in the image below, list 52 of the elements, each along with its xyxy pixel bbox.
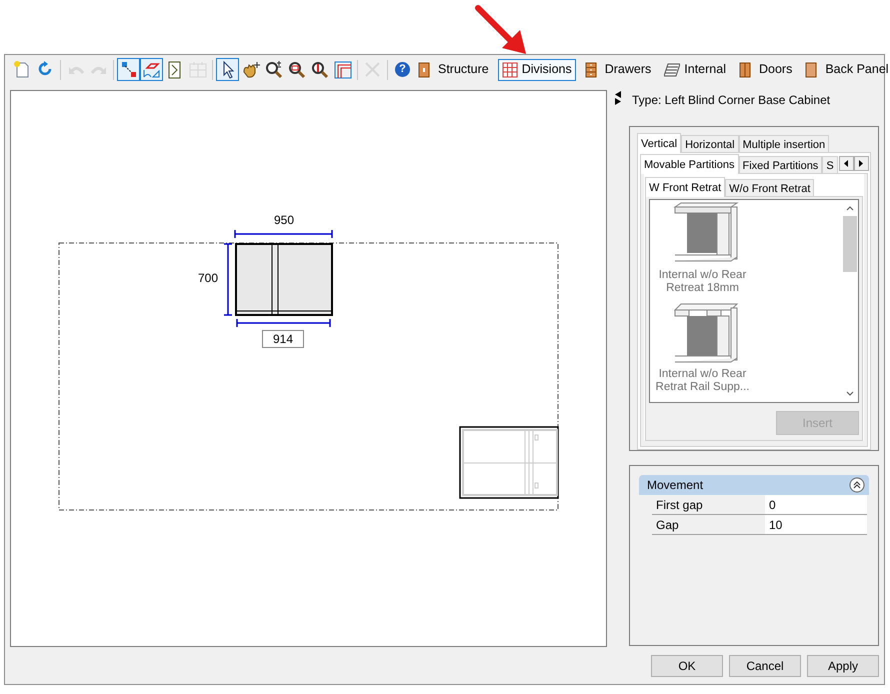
undo-icon [68,64,84,75]
property-field[interactable]: 10 [765,515,867,534]
cabinet-drawing[interactable] [235,243,333,316]
tab[interactable]: Multiple insertion [738,135,830,152]
item-list[interactable]: Internal w/o Rear Retreat 18mm Internal w/o Rear Retrat Rail Supp... [649,199,859,404]
tab[interactable]: Fixed Partitions [738,156,822,174]
toolbar-button[interactable] [216,58,239,82]
tab[interactable]: W/o Front Retrat [725,179,814,196]
collapse-icon[interactable] [849,477,865,494]
tab[interactable]: Vertical [637,133,682,154]
module-tab[interactable]: Divisions [498,58,576,81]
corner-cabinet-drawing[interactable] [459,426,559,499]
module-tab[interactable]: Back Panel [801,58,890,81]
module-tab[interactable]: Doors [734,58,796,81]
shelves-icon [664,62,680,78]
panel-toggle-icon[interactable] [614,91,622,106]
module-tab[interactable]: Structure [414,58,493,81]
dialog-button[interactable]: Cancel [729,654,801,677]
redo-icon [90,64,106,75]
item-caption[interactable]: Internal w/o Rear Retreat 18mm [650,269,755,296]
module-tab[interactable]: Internal [660,58,730,81]
item-caption[interactable]: Internal w/o Rear Retrat Rail Supp... [650,368,755,394]
property-label: Gap [655,516,680,534]
dimension-field[interactable]: 914 [262,330,304,348]
module-tab[interactable]: Drawers [580,58,656,81]
dimension-label: 700 [198,272,218,284]
tab-scroll-right[interactable] [854,156,869,172]
grid-icon [502,62,518,78]
dimension-label: 950 [274,214,294,226]
toolbar-button[interactable]: ? [391,58,414,82]
hand-icon [240,60,260,80]
property-label: First gap [655,496,704,514]
help-icon: ? [395,62,410,78]
zoom-in-icon [264,60,284,80]
frame-icon [332,60,352,80]
tab[interactable]: Horizontal [681,135,739,152]
tab-scroll-left[interactable] [838,156,854,172]
dialog-button[interactable]: OK [651,654,723,677]
right-triangle-icon [859,160,864,168]
dialog-button[interactable]: Apply [807,654,879,677]
grid-icon [188,60,208,80]
left-triangle-icon [844,160,848,168]
tab[interactable]: W Front Retrat [645,177,726,198]
zoom-extent-icon [310,60,330,80]
group-title: Movement [647,477,704,494]
type-label: Type: Left Blind Corner Base Cabinet [631,92,832,110]
drawing-canvas[interactable]: 950 700 914 [10,90,607,648]
property-field[interactable]: 0 [765,495,867,514]
zoom-window-icon [286,60,306,80]
tab[interactable]: Movable Partitions [640,154,738,174]
scroll-thumb[interactable] [842,216,856,272]
tab[interactable]: S [822,156,838,174]
